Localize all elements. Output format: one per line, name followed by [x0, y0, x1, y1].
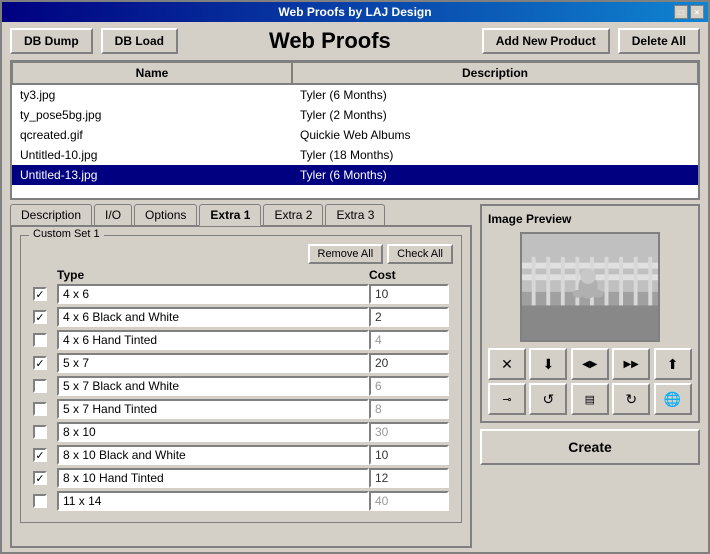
image-preview-title: Image Preview	[488, 212, 571, 226]
list-item: ✓ 8 x 10 Hand Tinted 12	[29, 468, 453, 488]
list-item: 4 x 6 Hand Tinted 4	[29, 330, 453, 350]
tab-description[interactable]: Description	[10, 204, 92, 226]
list-item: ✓ 4 x 6 10	[29, 284, 453, 304]
table-row[interactable]: Untitled-10.jpg Tyler (18 Months)	[12, 145, 698, 165]
list-item: ✓ 8 x 10 Black and White 10	[29, 445, 453, 465]
product-name: 4 x 6 Black and White	[57, 307, 369, 327]
table-header: Name Description	[12, 62, 698, 85]
product-checkbox[interactable]: ✓	[33, 287, 47, 301]
table-row[interactable]: ty3.jpg Tyler (6 Months)	[12, 85, 698, 105]
main-window: Web Proofs by LAJ Design □ × DB Dump DB …	[0, 0, 710, 554]
close-button[interactable]: ×	[690, 5, 704, 19]
title-bar: Web Proofs by LAJ Design □ ×	[2, 2, 708, 22]
col-headers: Type Cost	[29, 268, 453, 282]
up-icon-button[interactable]: ⬆	[654, 348, 692, 380]
main-content: Description I/O Options Extra 1 Extra 2 …	[2, 200, 708, 552]
toolbar-right: Add New Product Delete All	[482, 28, 700, 54]
image-area	[520, 232, 660, 342]
create-button[interactable]: Create	[480, 429, 700, 465]
image-preview-box: Image Preview	[480, 204, 700, 423]
product-cost: 10	[369, 284, 449, 304]
files-table: Name Description ty3.jpg Tyler (6 Months…	[10, 60, 700, 200]
tab-options[interactable]: Options	[134, 204, 197, 226]
left-right-icon-button[interactable]: ◀▶	[571, 348, 609, 380]
product-checkbox[interactable]: ✓	[33, 310, 47, 324]
arrow-right-icon-button[interactable]: ⊸	[488, 383, 526, 415]
product-name: 11 x 14	[57, 491, 369, 511]
panel-header-row: Remove All Check All	[29, 244, 453, 264]
product-checkbox[interactable]	[33, 494, 47, 508]
product-cost: 6	[369, 376, 449, 396]
product-cost: 12	[369, 468, 449, 488]
product-name: 4 x 6 Hand Tinted	[57, 330, 369, 350]
product-name: 5 x 7 Hand Tinted	[57, 399, 369, 419]
product-name: 8 x 10 Hand Tinted	[57, 468, 369, 488]
product-cost: 8	[369, 399, 449, 419]
table-row[interactable]: Untitled-13.jpg Tyler (6 Months)	[12, 165, 698, 185]
rotate-left-icon-button[interactable]: ↺	[529, 383, 567, 415]
product-name: 5 x 7	[57, 353, 369, 373]
rotate-right-icon-button[interactable]: ↻	[612, 383, 650, 415]
product-checkbox[interactable]: ✓	[33, 356, 47, 370]
download-icon-button[interactable]: ⬇	[529, 348, 567, 380]
list-item: 8 x 10 30	[29, 422, 453, 442]
list-item: ✓ 5 x 7 20	[29, 353, 453, 373]
right-panel: Image Preview	[480, 204, 700, 548]
col-header-description: Description	[292, 62, 698, 84]
custom-set-label: Custom Set 1	[29, 228, 104, 240]
product-name: 8 x 10	[57, 422, 369, 442]
panel-box: Custom Set 1 Remove All Check All Type C…	[10, 225, 472, 548]
db-dump-button[interactable]: DB Dump	[10, 28, 93, 54]
app-title: Web Proofs	[186, 28, 474, 54]
icon-grid-row2: ⊸ ↺ ▤ ↻ 🌐	[488, 383, 692, 415]
product-cost: 30	[369, 422, 449, 442]
col-header-name: Name	[12, 62, 292, 84]
add-new-product-button[interactable]: Add New Product	[482, 28, 610, 54]
product-checkbox[interactable]	[33, 402, 47, 416]
remove-all-button[interactable]: Remove All	[308, 244, 384, 264]
table-body[interactable]: ty3.jpg Tyler (6 Months) ty_pose5bg.jpg …	[12, 85, 698, 198]
col-type-header: Type	[57, 268, 369, 282]
product-checkbox[interactable]	[33, 425, 47, 439]
product-name: 5 x 7 Black and White	[57, 376, 369, 396]
db-load-button[interactable]: DB Load	[101, 28, 178, 54]
toolbar: DB Dump DB Load Web Proofs Add New Produ…	[2, 22, 708, 60]
product-cost: 40	[369, 491, 449, 511]
product-checkbox[interactable]	[33, 379, 47, 393]
tab-extra1[interactable]: Extra 1	[199, 204, 261, 226]
check-all-button[interactable]: Check All	[387, 244, 453, 264]
product-name: 8 x 10 Black and White	[57, 445, 369, 465]
table-row[interactable]: qcreated.gif Quickie Web Albums	[12, 125, 698, 145]
delete-all-button[interactable]: Delete All	[618, 28, 700, 54]
list-item: ✓ 4 x 6 Black and White 2	[29, 307, 453, 327]
product-checkbox[interactable]: ✓	[33, 448, 47, 462]
product-checkbox[interactable]	[33, 333, 47, 347]
window-title: Web Proofs by LAJ Design	[2, 5, 708, 19]
product-cost: 2	[369, 307, 449, 327]
list-icon-button[interactable]: ▤	[571, 383, 609, 415]
col-cost-header: Cost	[369, 268, 449, 282]
product-name: 4 x 6	[57, 284, 369, 304]
tab-extra2[interactable]: Extra 2	[263, 204, 323, 226]
x-icon-button[interactable]: ✕	[488, 348, 526, 380]
tabs-row: Description I/O Options Extra 1 Extra 2 …	[10, 204, 472, 226]
product-cost: 4	[369, 330, 449, 350]
minimize-button[interactable]: □	[674, 5, 688, 19]
icon-grid-row1: ✕ ⬇ ◀▶ ▶▶ ⬆	[488, 348, 692, 380]
table-row[interactable]: ty_pose5bg.jpg Tyler (2 Months)	[12, 105, 698, 125]
product-cost: 10	[369, 445, 449, 465]
preview-image	[522, 232, 658, 342]
globe-icon-button[interactable]: 🌐	[654, 383, 692, 415]
title-bar-buttons: □ ×	[674, 5, 704, 19]
list-item: 11 x 14 40	[29, 491, 453, 511]
product-cost: 20	[369, 353, 449, 373]
list-item: 5 x 7 Hand Tinted 8	[29, 399, 453, 419]
list-item: 5 x 7 Black and White 6	[29, 376, 453, 396]
left-panel: Description I/O Options Extra 1 Extra 2 …	[10, 204, 472, 548]
fast-forward-icon-button[interactable]: ▶▶	[612, 348, 650, 380]
tab-extra3[interactable]: Extra 3	[325, 204, 385, 226]
product-checkbox[interactable]: ✓	[33, 471, 47, 485]
tab-io[interactable]: I/O	[94, 204, 132, 226]
custom-set-groupbox: Custom Set 1 Remove All Check All Type C…	[20, 235, 462, 523]
